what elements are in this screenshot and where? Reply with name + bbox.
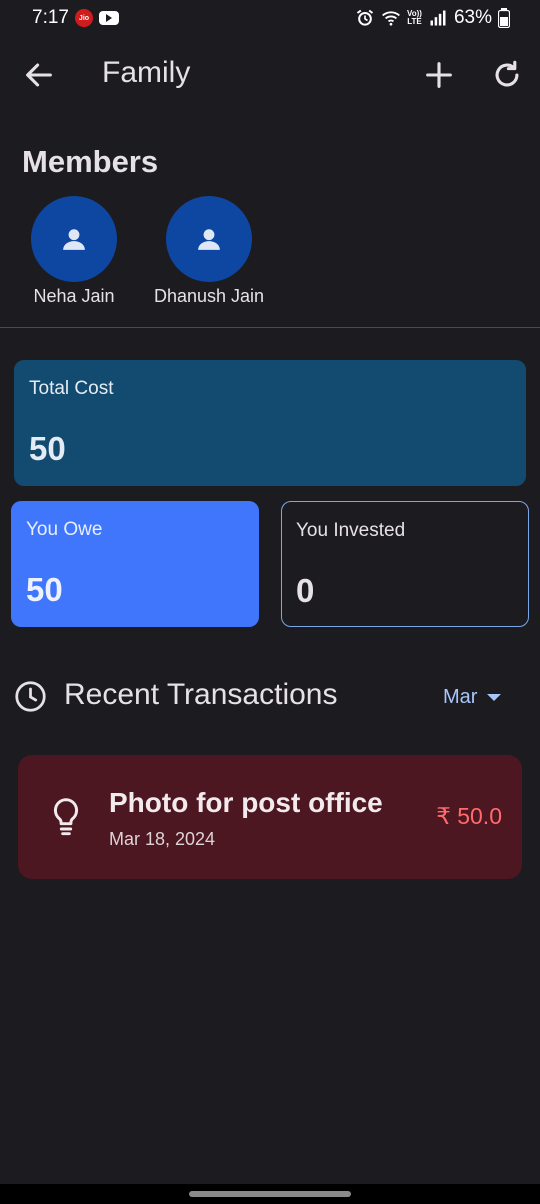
you-invested-label: You Invested [296, 520, 406, 541]
chevron-down-icon [487, 694, 502, 701]
page-title: Family [102, 56, 191, 89]
signal-icon [430, 10, 446, 26]
members-heading: Members [22, 144, 159, 179]
nav-handle[interactable] [189, 1191, 351, 1197]
jio-icon: Jio [74, 9, 93, 27]
recent-transactions-header: Recent Transactions Mar [14, 678, 526, 718]
back-arrow-icon[interactable] [22, 58, 56, 92]
status-bar-left: 7:17 Jio [32, 7, 119, 29]
transaction-date: Mar 18, 2024 [109, 829, 216, 849]
total-cost-label: Total Cost [29, 378, 114, 399]
total-cost-card: Total Cost 50 [14, 360, 526, 486]
person-icon [198, 229, 220, 250]
you-invested-card: You Invested 0 [281, 501, 529, 627]
month-dropdown[interactable]: Mar [443, 686, 502, 709]
month-dropdown-value: Mar [443, 686, 478, 708]
avatar[interactable] [31, 196, 117, 282]
battery-percent: 63% [453, 7, 492, 28]
you-owe-card: You Owe 50 [11, 501, 259, 627]
recent-transactions-heading: Recent Transactions [64, 678, 338, 711]
member-name: Neha Jain [33, 286, 115, 306]
youtube-icon [98, 11, 119, 25]
battery-icon [498, 8, 510, 28]
clock-icon [15, 681, 46, 712]
gesture-nav-bar [0, 1184, 540, 1204]
volte-line2: LTE [407, 17, 422, 26]
member-item[interactable]: Neha Jain [0, 196, 149, 307]
app-bar: Family [0, 44, 540, 106]
avatar[interactable] [166, 196, 252, 282]
you-owe-label: You Owe [26, 519, 103, 540]
plus-icon[interactable] [422, 58, 456, 92]
person-icon [63, 229, 85, 250]
volte-icon: Vo)) LTE [407, 10, 422, 26]
member-name: Dhanush Jain [153, 286, 265, 306]
you-owe-value: 50 [26, 571, 63, 608]
member-item[interactable]: Dhanush Jain [134, 196, 284, 307]
total-cost-value: 50 [29, 430, 66, 467]
wifi-icon [382, 11, 400, 26]
divider [0, 327, 540, 328]
status-time: 7:17 [32, 7, 69, 28]
you-invested-value: 0 [296, 572, 315, 609]
status-bar-right: Vo)) LTE 63% [355, 7, 510, 29]
refresh-icon[interactable] [490, 58, 524, 92]
status-bar: 7:17 Jio Vo)) LTE 63% [0, 0, 540, 36]
alarm-icon [356, 9, 374, 26]
transaction-card[interactable]: Photo for post office Mar 18, 2024 ₹ 50.… [18, 755, 522, 879]
transaction-title: Photo for post office [109, 787, 383, 818]
lightbulb-icon [53, 798, 79, 836]
transaction-amount: ₹ 50.0 [436, 803, 502, 829]
